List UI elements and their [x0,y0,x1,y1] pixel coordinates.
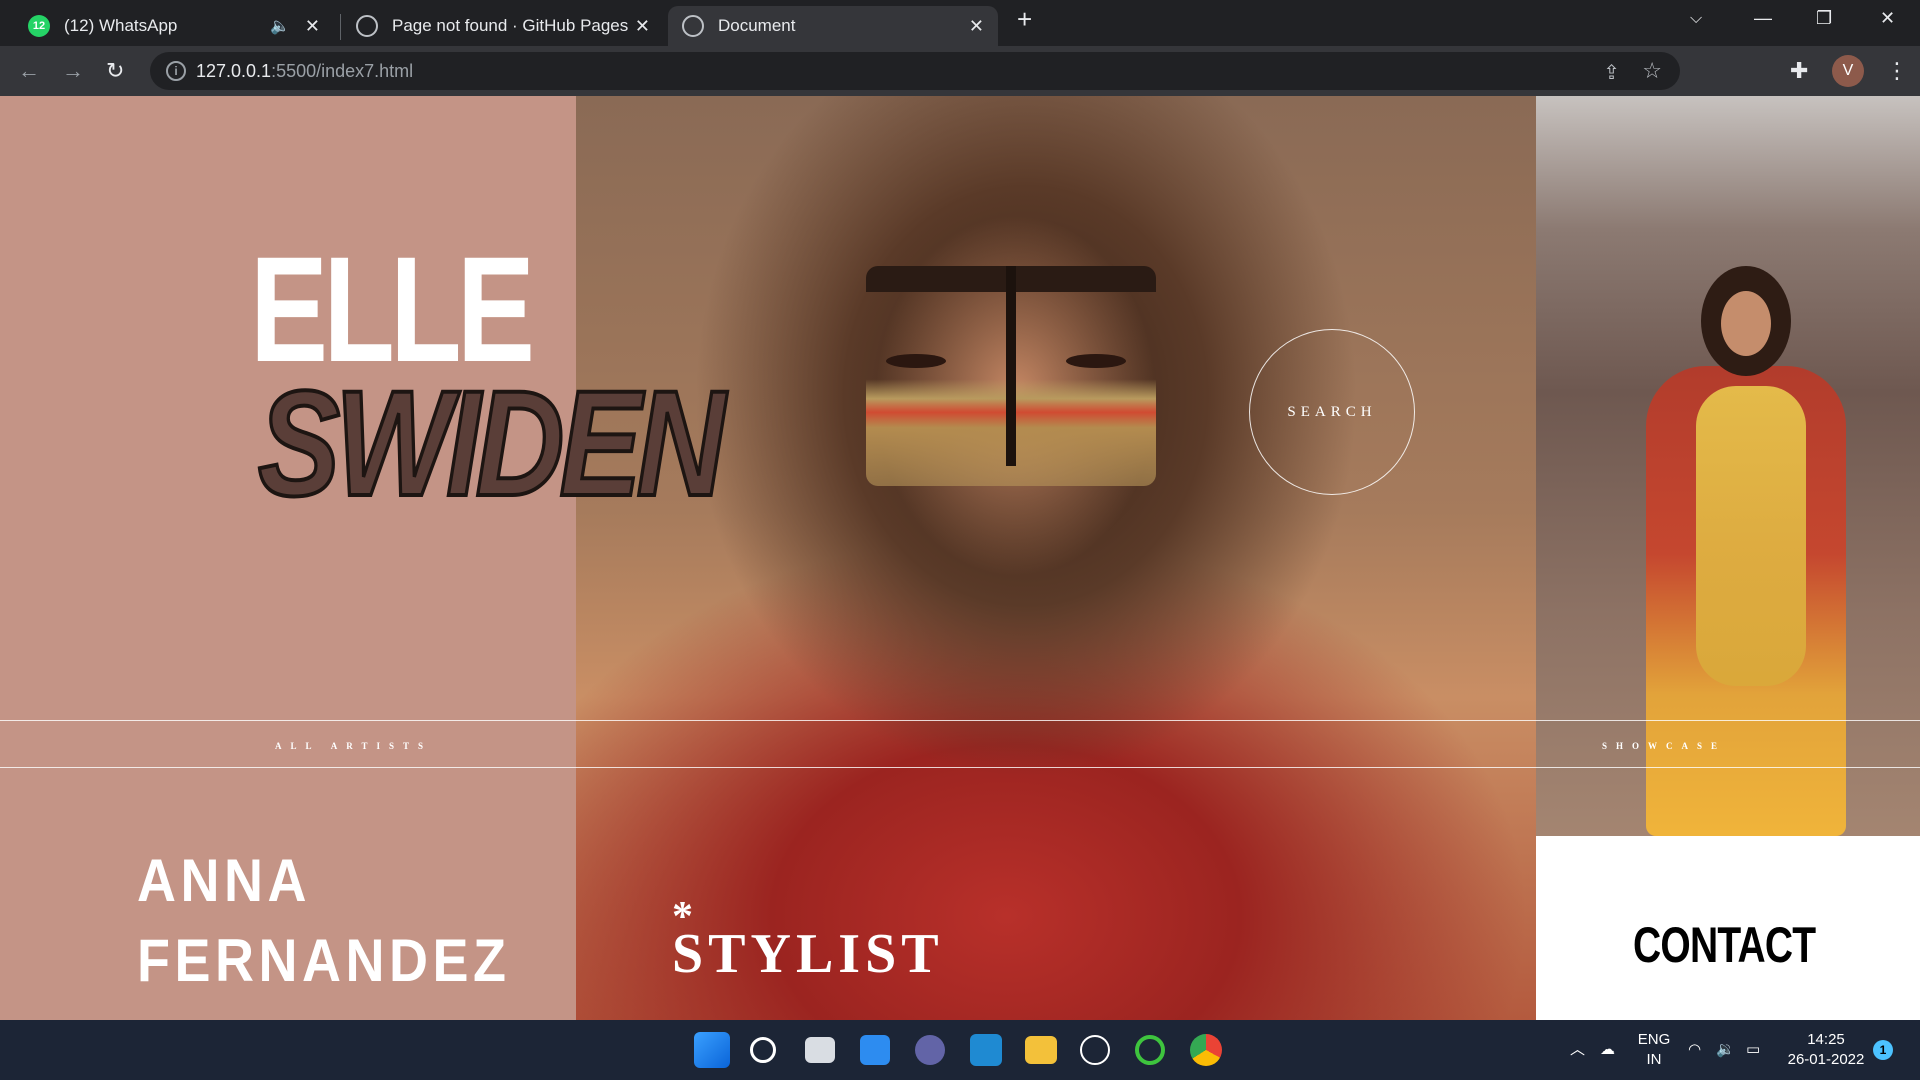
task-view-icon[interactable] [805,1037,835,1063]
speaker-muted-icon[interactable]: 🔈 [270,16,290,36]
close-tab-icon[interactable]: ✕ [635,16,650,37]
hero-image [576,96,1536,1020]
tab-whatsapp[interactable]: 12 (12) WhatsApp 🔈 ✕ [14,6,334,46]
site-info-icon[interactable]: i [166,61,186,81]
search-taskbar-icon[interactable] [750,1037,776,1063]
eyes-shape [876,354,1146,372]
url-path: :5500/index7.html [271,60,414,81]
extensions-icon[interactable]: ✚ [1790,58,1808,84]
language-code: ENG [1637,1031,1671,1048]
clock-time: 14:25 [1807,1031,1845,1048]
widgets-icon[interactable] [860,1035,890,1065]
clock-date: 26-01-2022 [1787,1051,1865,1068]
volume-icon[interactable]: 🔉 [1716,1040,1735,1060]
tab-label: Document [718,16,796,35]
language-region: IN [1646,1051,1662,1068]
divider-line [0,720,1920,721]
battery-icon[interactable]: ▭ [1746,1040,1760,1060]
menu-icon[interactable]: ⋮ [1886,58,1908,84]
globe-icon [356,15,378,37]
file-explorer-icon[interactable] [1025,1036,1057,1064]
browser-toolbar: ← → ↻ i 127.0.0.1:5500/index7.html ⇪ ☆ ✚… [0,46,1920,96]
tab-label: Page not found · GitHub Pages [392,16,629,35]
back-icon[interactable]: ← [18,58,40,84]
close-tab-icon[interactable]: ✕ [305,16,320,37]
minimize-button[interactable]: — [1754,8,1772,29]
artist-last-name: FERNANDEZ [137,927,511,994]
reload-icon[interactable]: ↻ [106,58,124,84]
role-label: STYLIST [672,923,944,985]
nav-showcase[interactable]: SHOWCASE [1602,741,1726,751]
nav-all-artists[interactable]: ALL ARTISTS [275,741,432,751]
notification-badge[interactable]: 1 [1873,1040,1893,1060]
tab-divider [340,14,341,40]
language-indicator[interactable]: ENG IN [1636,1030,1672,1070]
url-host: 127.0.0.1 [196,60,272,81]
close-tab-icon[interactable]: ✕ [969,16,984,37]
contact-link[interactable]: CONTACT [1633,920,1816,970]
onedrive-icon[interactable]: ☁ [1600,1040,1615,1060]
share-icon[interactable]: ⇪ [1603,60,1620,85]
clock[interactable]: 14:25 26-01-2022 [1786,1030,1866,1070]
divider-line [0,767,1920,768]
taskbar: ︿ ☁ ENG IN ◠ 🔉 ▭ 14:25 26-01-2022 [0,1020,1920,1080]
globe-icon [682,15,704,37]
page-viewport: ELLE SWIDEN SEARCH ALL ARTISTS SHOWCASE … [0,96,1920,1020]
eye-shape [1066,354,1126,368]
chrome-icon[interactable] [1190,1034,1222,1066]
wifi-icon[interactable]: ◠ [1688,1040,1701,1060]
artist-first-name: ANNA [137,847,311,914]
address-bar[interactable]: i 127.0.0.1:5500/index7.html ⇪ ☆ [150,52,1680,90]
figure-face-shape [1721,291,1771,356]
restore-button[interactable]: ❐ [1816,8,1832,29]
new-tab-button[interactable]: + [1017,4,1032,35]
showcase-image[interactable] [1536,96,1920,836]
brand-title-swiden: SWIDEN [256,359,727,527]
tab-label: (12) WhatsApp [64,16,178,35]
profile-avatar[interactable]: V [1832,55,1864,87]
tab-github-pages[interactable]: Page not found · GitHub Pages ✕ [342,6,664,46]
tab-document[interactable]: Document ✕ [668,6,998,46]
tab-strip: 12 (12) WhatsApp 🔈 ✕ Page not found · Gi… [0,0,1920,46]
close-window-button[interactable]: ✕ [1880,8,1895,29]
eye-shape [886,354,946,368]
bookmark-star-icon[interactable]: ☆ [1642,58,1662,84]
windows-start-icon[interactable] [694,1032,730,1068]
app-ring-icon[interactable] [1135,1035,1165,1065]
forward-icon[interactable]: → [62,58,84,84]
whatsapp-icon: 12 [28,15,50,37]
tab-search-icon[interactable]: ⌵ [1690,10,1702,28]
scarf-shape [1696,386,1806,686]
search-button[interactable]: SEARCH [1249,329,1415,495]
dell-icon[interactable] [1080,1035,1110,1065]
vscode-icon[interactable] [970,1034,1002,1066]
teams-chat-icon[interactable] [915,1035,945,1065]
show-hidden-icons[interactable]: ︿ [1570,1040,1585,1060]
